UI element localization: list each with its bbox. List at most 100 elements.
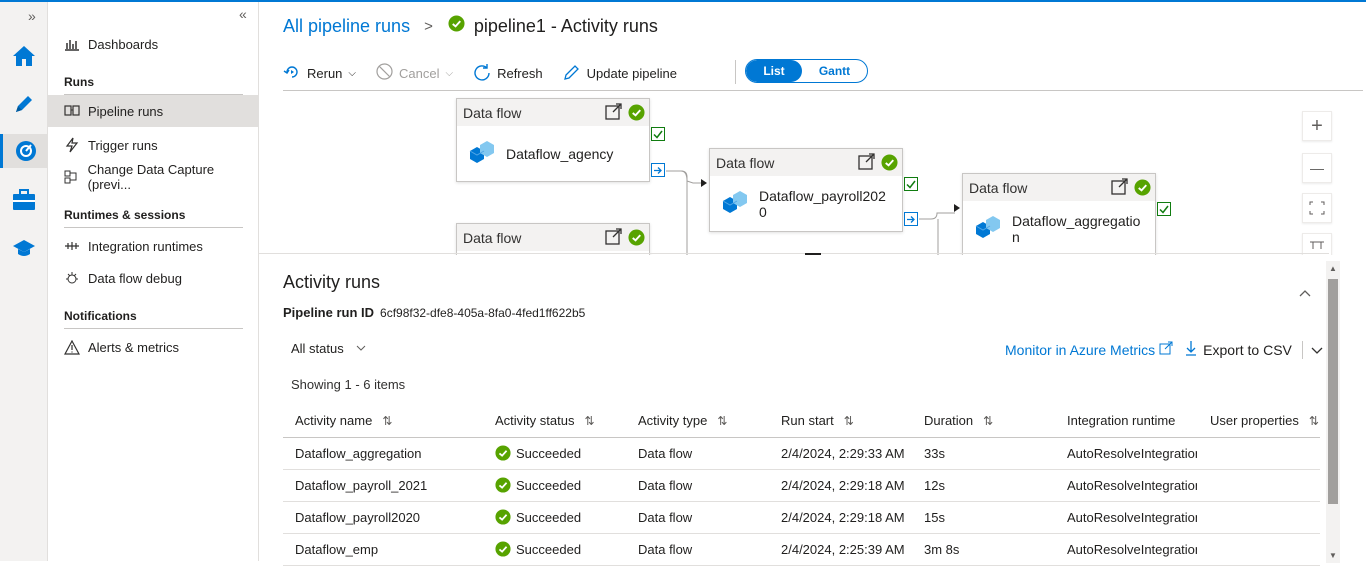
status-filter-value: All status — [291, 341, 344, 356]
scrollbar-thumb[interactable] — [1328, 279, 1338, 504]
on-completion-output-icon[interactable] — [904, 212, 918, 226]
scroll-down-icon[interactable]: ▼ — [1329, 551, 1337, 560]
status-cell: Succeeded — [483, 469, 626, 502]
nav-item-alerts-metrics[interactable]: Alerts & metrics — [48, 331, 258, 363]
duration-cell: 33s — [912, 437, 1055, 470]
status-cell: Succeeded — [483, 437, 626, 470]
node-type-label: Data flow — [463, 229, 522, 246]
run-id-value: 6cf98f32-dfe8-405a-8fa0-4fed1ff622b5 — [380, 306, 586, 320]
on-success-output-icon[interactable] — [904, 177, 918, 191]
column-header[interactable]: Activity status ⇅ — [483, 405, 626, 438]
list-view-toggle[interactable]: List — [746, 60, 802, 82]
nav-label: Dashboards — [88, 36, 159, 52]
table-row[interactable]: Dataflow_aggregation Succeeded Data flow… — [283, 437, 1320, 470]
grid-actions: Monitor in Azure Metrics Export to CSV — [1005, 340, 1323, 359]
pipeline-run-id: Pipeline run ID 6cf98f32-dfe8-405a-8fa0-4… — [283, 305, 585, 320]
expand-rail-button[interactable]: » — [28, 8, 36, 24]
nav-item-change-data-capture[interactable]: Change Data Capture (previ... — [48, 161, 258, 193]
on-success-output-icon[interactable] — [651, 127, 665, 141]
activity-node[interactable]: Data flow Dataflow_aggregation — [962, 173, 1156, 255]
sort-icon: ⇅ — [983, 414, 994, 429]
table-row[interactable]: Dataflow_payroll_2021 Succeeded Data flo… — [283, 469, 1320, 502]
monitor-icon[interactable] — [0, 134, 48, 168]
monitor-azure-metrics-link[interactable]: Monitor in Azure Metrics — [1005, 341, 1173, 358]
scroll-up-icon[interactable]: ▲ — [1329, 264, 1337, 273]
column-header[interactable]: Run start ⇅ — [769, 405, 912, 438]
icon-rail: » — [0, 2, 48, 561]
view-toggle[interactable]: List Gantt — [745, 59, 868, 83]
open-external-icon[interactable] — [1110, 178, 1130, 199]
activity-name-cell[interactable]: Dataflow_payroll_2021 — [283, 469, 483, 502]
nav-item-dataflow-debug[interactable]: Data flow debug — [48, 262, 258, 294]
chevron-down-icon[interactable] — [1311, 342, 1323, 358]
chevron-down-icon: ⌵ — [445, 67, 454, 79]
auto-align-icon[interactable] — [1302, 233, 1332, 255]
fit-to-screen-icon[interactable] — [1302, 193, 1332, 223]
breadcrumb: All pipeline runs > pipeline1 - Activity… — [283, 15, 658, 37]
item-count: Showing 1 - 6 items — [291, 377, 406, 392]
activity-node[interactable]: Data flow — [456, 223, 650, 255]
refresh-label: Refresh — [497, 65, 543, 81]
chevron-up-icon[interactable] — [1299, 286, 1311, 300]
node-name: Dataflow_aggregation — [1012, 212, 1141, 245]
open-external-icon[interactable] — [604, 103, 624, 124]
open-external-icon[interactable] — [857, 153, 877, 174]
duration-cell: 12s — [912, 469, 1055, 502]
section-notifications-header: Notifications — [64, 309, 137, 323]
on-completion-output-icon[interactable] — [651, 163, 665, 177]
zoom-in-button[interactable]: + — [1302, 111, 1332, 141]
export-label: Export to CSV — [1203, 341, 1292, 358]
status-filter-dropdown[interactable]: All status — [291, 341, 366, 356]
activity-name-cell[interactable]: Dataflow_aggregation — [283, 437, 483, 470]
activity-name-cell[interactable]: Dataflow_emp — [283, 533, 483, 566]
dataflow-cube-icon — [972, 212, 1002, 245]
resize-grip[interactable] — [805, 253, 821, 255]
on-success-output-icon[interactable] — [1157, 202, 1171, 216]
update-pipeline-button[interactable]: Update pipeline — [563, 63, 677, 84]
run-start-cell: 2/4/2024, 2:25:39 AM — [769, 533, 912, 566]
page-title: pipeline1 - Activity runs — [473, 15, 658, 36]
nav-item-integration-runtimes[interactable]: Integration runtimes — [48, 230, 258, 262]
author-pencil-icon[interactable] — [8, 88, 40, 120]
nav-item-pipeline-runs[interactable]: Pipeline runs — [48, 95, 258, 127]
nav-label: Data flow debug — [88, 270, 182, 286]
activity-node[interactable]: Data flow Dataflow_payroll2020 — [709, 148, 903, 232]
table-row[interactable]: Dataflow_payroll2020 Succeeded Data flow… — [283, 501, 1320, 534]
open-external-icon — [1159, 341, 1173, 358]
refresh-button[interactable]: Refresh — [473, 63, 543, 84]
activity-node[interactable]: Data flow Dataflow_agency — [456, 98, 650, 182]
cancel-button[interactable]: Cancel ⌵ — [376, 63, 453, 83]
integration-runtime-icon — [63, 238, 81, 254]
table-row[interactable]: Dataflow_emp Succeeded Data flow 2/4/202… — [283, 533, 1320, 566]
activity-type-cell: Data flow — [626, 533, 769, 566]
activity-name-cell[interactable]: Dataflow_payroll2020 — [283, 501, 483, 534]
collapse-nav-button[interactable]: « — [239, 6, 247, 22]
pipeline-icon — [63, 103, 81, 119]
node-type-label: Data flow — [716, 154, 775, 171]
column-header[interactable]: Activity name ⇅ — [283, 405, 483, 438]
export-csv-button[interactable]: Export to CSV — [1185, 340, 1292, 359]
open-external-icon[interactable] — [604, 228, 624, 249]
home-icon[interactable] — [8, 40, 40, 72]
vertical-scrollbar[interactable]: ▲ ▼ — [1326, 261, 1340, 563]
rerun-button[interactable]: Rerun ⌵ — [283, 64, 356, 83]
main-content: All pipeline runs > pipeline1 - Activity… — [259, 2, 1366, 566]
column-header: Integration runtime — [1055, 405, 1198, 438]
column-header[interactable]: User properties ⇅ — [1198, 405, 1320, 438]
zoom-out-button[interactable]: — — [1302, 153, 1332, 183]
pipeline-canvas[interactable]: Data flow Dataflow_agency Data flow Data… — [283, 91, 1363, 255]
nav-item-dashboards[interactable]: Dashboards — [48, 28, 258, 60]
learning-cap-icon[interactable] — [8, 232, 40, 264]
toolbar: Rerun ⌵ Cancel ⌵ Refresh Update pipeline — [283, 60, 697, 86]
manage-toolbox-icon[interactable] — [8, 184, 40, 216]
column-header[interactable]: Activity type ⇅ — [626, 405, 769, 438]
gantt-view-toggle[interactable]: Gantt — [802, 60, 867, 82]
integration-runtime-cell: AutoResolveIntegrationRuntime — [1055, 501, 1198, 534]
column-header[interactable]: Duration ⇅ — [912, 405, 1055, 438]
nav-label: Pipeline runs — [88, 103, 164, 119]
nav-item-trigger-runs[interactable]: Trigger runs — [48, 129, 258, 161]
breadcrumb-all-pipeline-runs-link[interactable]: All pipeline runs — [283, 16, 410, 37]
status-cell: Succeeded — [483, 501, 626, 534]
nav-label: Integration runtimes — [88, 238, 203, 254]
integration-runtime-cell: AutoResolveIntegrationRuntime — [1055, 437, 1198, 470]
